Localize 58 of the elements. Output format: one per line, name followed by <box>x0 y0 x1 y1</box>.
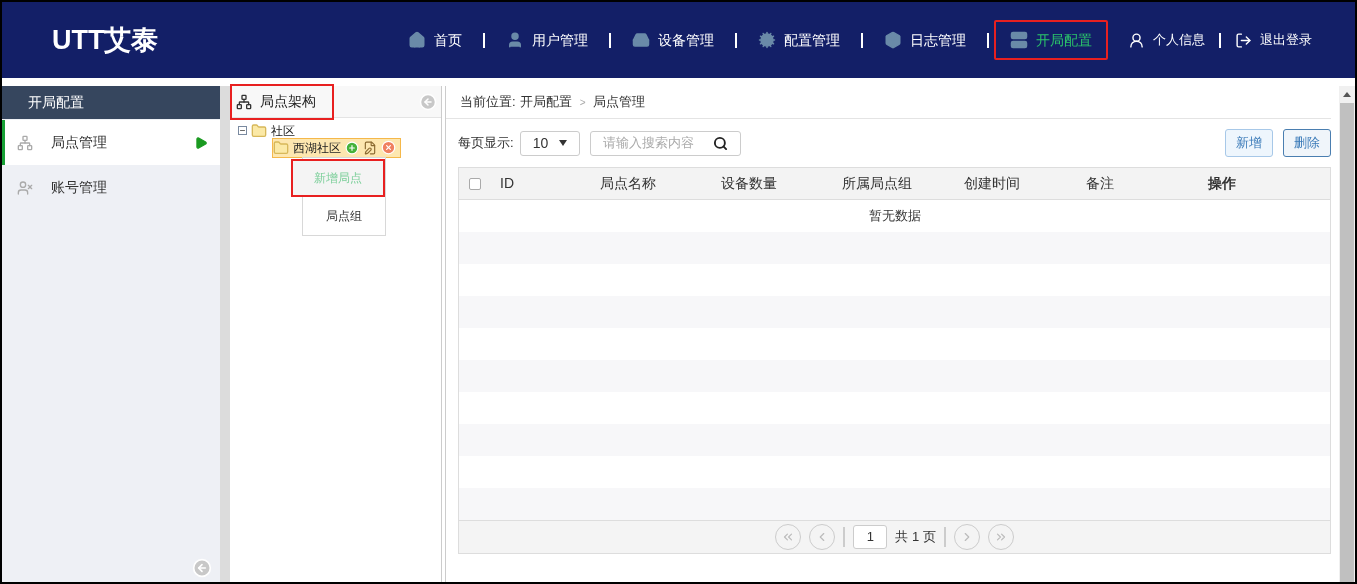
column-header: ID <box>500 174 515 193</box>
tree-node-label[interactable]: 社区 <box>271 121 295 140</box>
user-icon <box>17 179 33 196</box>
column-header: 备注 <box>1086 174 1115 193</box>
page-size-select[interactable]: 10 <box>519 130 580 156</box>
hierarchy-icon <box>236 93 252 110</box>
nav-link[interactable]: 首页 <box>392 20 478 60</box>
dropdown-icon <box>558 140 567 146</box>
hierarchy-icon <box>17 134 33 151</box>
search-input[interactable]: 请输入搜索内容 <box>602 133 713 153</box>
column-header: 局点名称 <box>600 174 657 193</box>
sidebar-title: 开局配置 <box>2 86 220 119</box>
arrow-icon <box>194 135 208 150</box>
menu-item[interactable]: 局点组 <box>303 197 385 235</box>
nav-icon <box>506 31 524 49</box>
search-icon <box>712 135 728 151</box>
breadcrumb-link[interactable]: 开局配置 <box>519 92 572 112</box>
edit-icon[interactable] <box>363 140 377 155</box>
column-header: 所属局点组 <box>842 174 913 193</box>
sidebar-item[interactable]: 局点管理 <box>2 120 220 165</box>
select-all-checkbox[interactable] <box>469 177 481 190</box>
logout-link[interactable]: 退出登录 <box>1229 30 1318 50</box>
delete-button[interactable]: 删除 <box>1283 129 1331 157</box>
splitter-bar[interactable] <box>220 86 230 582</box>
nav-icon <box>1010 31 1028 49</box>
nav-icon <box>884 31 902 49</box>
add-icon[interactable] <box>345 140 359 155</box>
page-size-label: 每页显示: <box>458 134 514 153</box>
collapse-icon[interactable] <box>419 92 437 111</box>
nav-link[interactable]: 开局配置 <box>994 20 1108 60</box>
nav-link[interactable]: 配置管理 <box>742 20 856 60</box>
empty-message: 暂无数据 <box>867 207 922 226</box>
breadcrumb-link[interactable]: 局点管理 <box>593 92 646 112</box>
nav-link[interactable]: 设备管理 <box>616 20 730 60</box>
folder-icon <box>251 122 267 139</box>
add-button[interactable]: 新增 <box>1225 129 1273 157</box>
page-input[interactable]: 1 <box>853 525 888 549</box>
column-header: 设备数量 <box>721 174 778 193</box>
nav-icon <box>408 31 426 49</box>
profile-link[interactable]: 个人信息 <box>1122 30 1211 50</box>
panel-title: 局点架构 <box>260 92 316 111</box>
user-icon <box>1128 31 1145 49</box>
breadcrumb-separator: > <box>578 95 587 110</box>
nav-link[interactable]: 用户管理 <box>490 20 604 60</box>
collapse-toggle-icon[interactable] <box>238 126 247 135</box>
logo: UTT艾泰 <box>52 23 160 57</box>
delete-icon[interactable] <box>381 140 396 155</box>
logout-icon <box>1235 31 1252 49</box>
column-header: 创建时间 <box>964 174 1021 193</box>
nav-link[interactable]: 日志管理 <box>868 20 982 60</box>
column-header: 操作 <box>1208 174 1237 193</box>
page-total: 共 1 页 <box>895 528 936 547</box>
collapse-icon[interactable] <box>192 558 212 578</box>
nav-icon <box>758 31 776 49</box>
search-field[interactable]: 请输入搜索内容 <box>589 130 741 156</box>
sidebar-item[interactable]: 账号管理 <box>2 165 220 210</box>
nav-icon <box>632 31 650 49</box>
breadcrumb-label: 当前位置: <box>460 93 516 112</box>
